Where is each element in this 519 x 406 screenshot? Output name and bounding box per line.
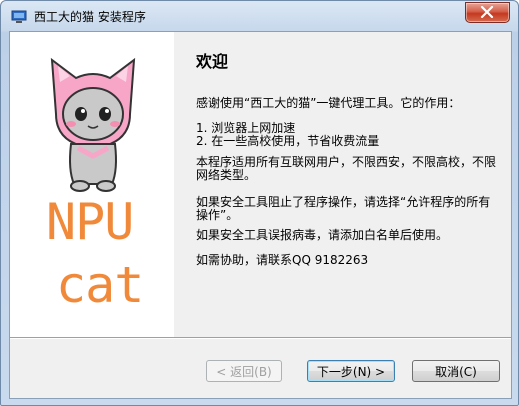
title-bar[interactable]: 西工大的猫 安装程序	[1, 1, 518, 31]
list-item: 2. 在一些高校使用，节省收费流量	[196, 134, 380, 148]
cancel-button[interactable]: 取消(C)	[412, 360, 500, 382]
back-button[interactable]: < 返回(B)	[206, 360, 282, 382]
next-button[interactable]: 下一步(N) >	[307, 360, 395, 382]
close-icon	[480, 6, 494, 18]
logo-text-cat: cat	[56, 256, 144, 314]
logo-text-npu: NPU	[46, 193, 134, 251]
close-button[interactable]	[465, 2, 510, 23]
cat-mascot-image	[50, 57, 136, 192]
contact-text: 如需协助，请联系QQ 9182263	[196, 253, 369, 267]
false-positive-tip-text: 如果安全工具误报病毒，请添加白名单后使用。	[196, 228, 449, 242]
installer-window: 西工大的猫 安装程序 NPU cat 欢迎 感谢使用“西工大的猫”一键代理工具。…	[0, 0, 519, 406]
button-bar-divider	[10, 337, 511, 339]
welcome-banner: NPU cat	[10, 32, 174, 337]
feature-list: 1. 浏览器上网加速 2. 在一些高校使用，节省收费流量	[196, 122, 496, 148]
installer-body: NPU cat 欢迎 感谢使用“西工大的猫”一键代理工具。它的作用： 1. 浏览…	[9, 31, 512, 399]
page-title: 欢迎	[196, 52, 229, 71]
installer-icon	[11, 9, 27, 23]
welcome-content: 欢迎 感谢使用“西工大的猫”一键代理工具。它的作用： 1. 浏览器上网加速 2.…	[174, 32, 511, 337]
security-tip-text: 如果安全工具阻止了程序操作，请选择“允许程序的所有操作”。	[196, 195, 491, 222]
window-title: 西工大的猫 安装程序	[34, 10, 146, 24]
intro-text: 感谢使用“西工大的猫”一键代理工具。它的作用：	[196, 96, 461, 110]
scope-text: 本程序适用所有互联网用户，不限西安，不限高校，不限网络类型。	[196, 155, 497, 182]
